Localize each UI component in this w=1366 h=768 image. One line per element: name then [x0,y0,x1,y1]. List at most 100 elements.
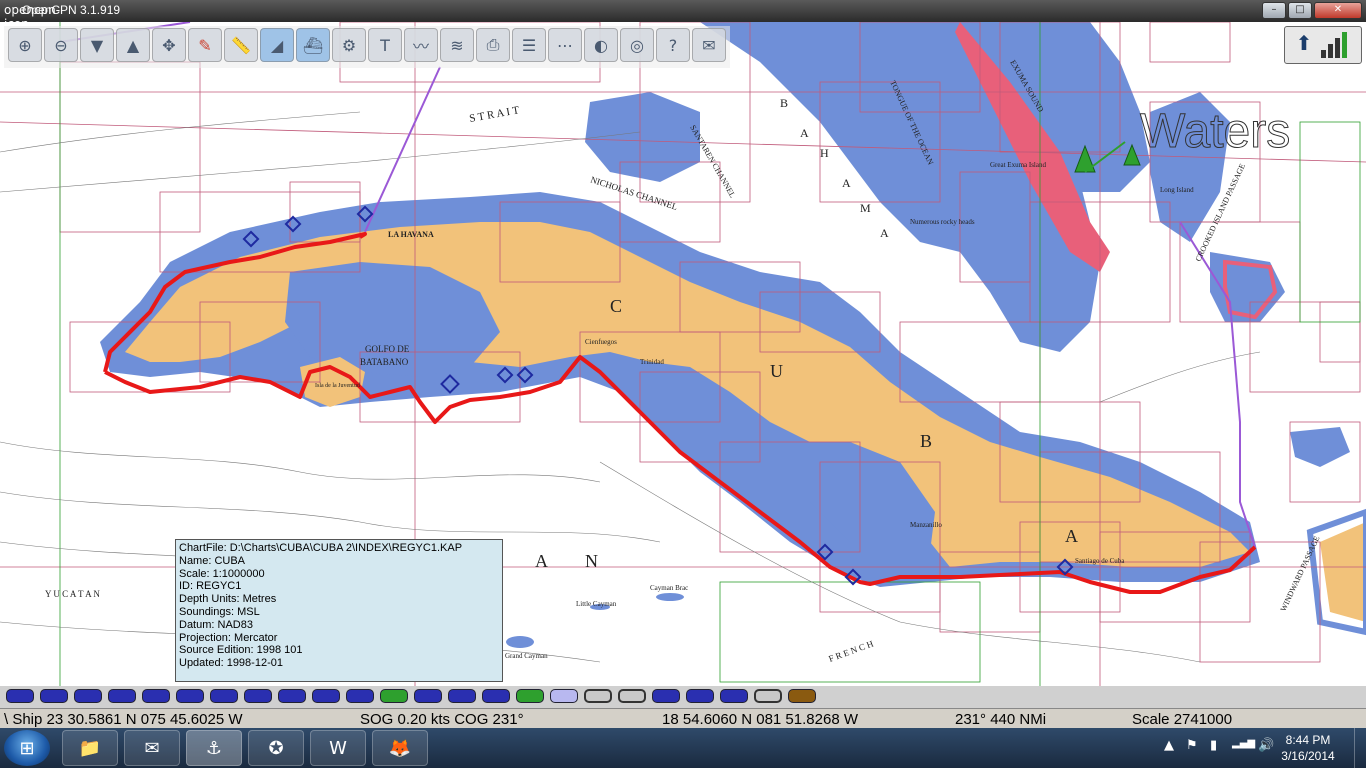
label-manzanillo: Manzanillo [910,521,942,529]
chart-key[interactable] [380,689,408,703]
chart-key[interactable] [312,689,340,703]
text-tool[interactable]: T [368,28,402,62]
chart-key[interactable] [74,689,102,703]
label-trinidad: Trinidad [640,358,664,366]
chart-info-panel: ChartFile: D:\Charts\CUBA\CUBA 2\INDEX\R… [175,539,503,682]
label-grand-cayman: Grand Cayman [505,652,548,660]
route-tool[interactable]: ✎ [188,28,222,62]
chart-key[interactable] [754,689,782,703]
info-scale: Scale: 1:1000000 [179,567,265,580]
network-signal-icon[interactable]: ▂▄▆ [1232,738,1255,749]
chart-key-active[interactable] [550,689,578,703]
chart-key[interactable] [720,689,748,703]
outlook-taskbar-button[interactable]: ✉ [124,730,180,766]
chart-key[interactable] [448,689,476,703]
chart-key[interactable] [618,689,646,703]
opencpn-app-icon: opencpn-icon [4,3,61,31]
compass-widget[interactable]: ⬆ [1284,26,1362,64]
clock-date: 3/16/2014 [1281,749,1335,763]
pan-tool[interactable]: ✥ [152,28,186,62]
opencpn-taskbar-button[interactable]: ⚓ [186,730,242,766]
label-santiago: Santiago de Cuba [1075,557,1125,565]
color-scheme-tool[interactable]: ◐ [584,28,618,62]
word-icon: W [329,737,347,759]
tracking-tool[interactable]: ◢ [260,28,294,62]
system-clock[interactable]: 8:44 PM 3/16/2014 [1278,732,1338,764]
chart-key[interactable] [414,689,442,703]
chart-bar [0,686,1366,708]
battery-icon[interactable]: ▮ [1210,738,1217,753]
info-datum: Datum: NAD83 [179,618,253,631]
print-tool[interactable]: ⎙ [476,28,510,62]
word-taskbar-button[interactable]: W [310,730,366,766]
follow-ship-tool[interactable]: ⛴ [296,28,330,62]
label-golfo: GOLFO DE [365,344,410,354]
mob-tool[interactable]: ◎ [620,28,654,62]
action-center-flag-icon[interactable]: ⚑ [1186,738,1198,753]
maximize-button[interactable]: □ [1288,2,1312,19]
chart-key[interactable] [482,689,510,703]
info-projection: Projection: Mercator [179,631,278,644]
tide-tool[interactable]: ≋ [440,28,474,62]
show-desktop-button[interactable] [1354,728,1366,768]
chart-key[interactable] [108,689,136,703]
chart-key[interactable] [788,689,816,703]
label-bahama-a: A [800,126,809,140]
chart-key[interactable] [686,689,714,703]
gps-signal-icon [1321,32,1349,58]
label-ocean-a: A [535,551,548,571]
zoom-in-tool[interactable]: ⊕ [8,28,42,62]
minimize-button[interactable]: – [1262,2,1286,19]
info-id: ID: REGYC1 [179,580,242,593]
folder-icon: 📁 [78,737,102,759]
scale-down-tool[interactable]: ▼ [80,28,114,62]
label-cienfuegos: Cienfuegos [585,338,617,346]
firefox-taskbar-button[interactable]: 🦊 [372,730,428,766]
label-cuba-b: B [920,431,932,451]
status-sog-cog: SOG 0.20 kts COG 231° [360,711,524,728]
chart-key[interactable] [244,689,272,703]
app-taskbar-button[interactable]: ✪ [248,730,304,766]
start-button[interactable]: ⊞ [4,730,50,766]
close-button[interactable]: ✕ [1314,2,1362,19]
status-scale: Scale 2741000 [1132,711,1233,728]
tray-expand-icon[interactable]: ▲ [1164,738,1174,753]
track-tool[interactable]: ⋯ [548,28,582,62]
explorer-taskbar-button[interactable]: 📁 [62,730,118,766]
firefox-icon: 🦊 [388,737,412,759]
info-updated: Updated: 1998-12-01 [179,657,283,670]
info-name: Name: CUBA [179,554,246,567]
label-yucatan: Y U C A T A N [45,589,100,599]
chart-key[interactable] [516,689,544,703]
label-cuba-c: C [610,296,624,316]
settings-tool[interactable]: ⚙ [332,28,366,62]
help-tool[interactable]: ? [656,28,690,62]
title-bar: opencpn-icon OpenCPN 3.1.919 – □ ✕ [0,0,1366,31]
volume-icon[interactable]: 🔊 [1258,738,1274,753]
mail-icon: ✉ [144,737,160,759]
chart-key[interactable] [40,689,68,703]
chart-key[interactable] [6,689,34,703]
route-manager-tool[interactable]: ☰ [512,28,546,62]
label-cuba-u: U [770,361,783,381]
zoom-out-tool[interactable]: ⊖ [44,28,78,62]
scale-up-tool[interactable]: ▲ [116,28,150,62]
chart-key[interactable] [584,689,612,703]
current-tool[interactable]: 〰 [404,28,438,62]
label-bahama-a2: M [860,201,871,215]
star-icon: ✪ [268,737,284,759]
label-batabano: BATABANO [360,357,409,367]
chart-key[interactable] [176,689,204,703]
ruler-tool[interactable]: 📏 [224,28,258,62]
label-great-exuma: Great Exuma Island [990,161,1046,169]
label-bahama-h: H [820,146,829,160]
chart-key[interactable] [142,689,170,703]
chart-key[interactable] [210,689,238,703]
chart-key[interactable] [346,689,374,703]
chart-key[interactable] [278,689,306,703]
info-soundings: Soundings: MSL [179,605,260,618]
plugin-tool[interactable]: ✉ [692,28,726,62]
chart-key[interactable] [652,689,680,703]
status-bearing-distance: 231° 440 NMi [955,711,1047,728]
grand-cayman [506,636,534,648]
